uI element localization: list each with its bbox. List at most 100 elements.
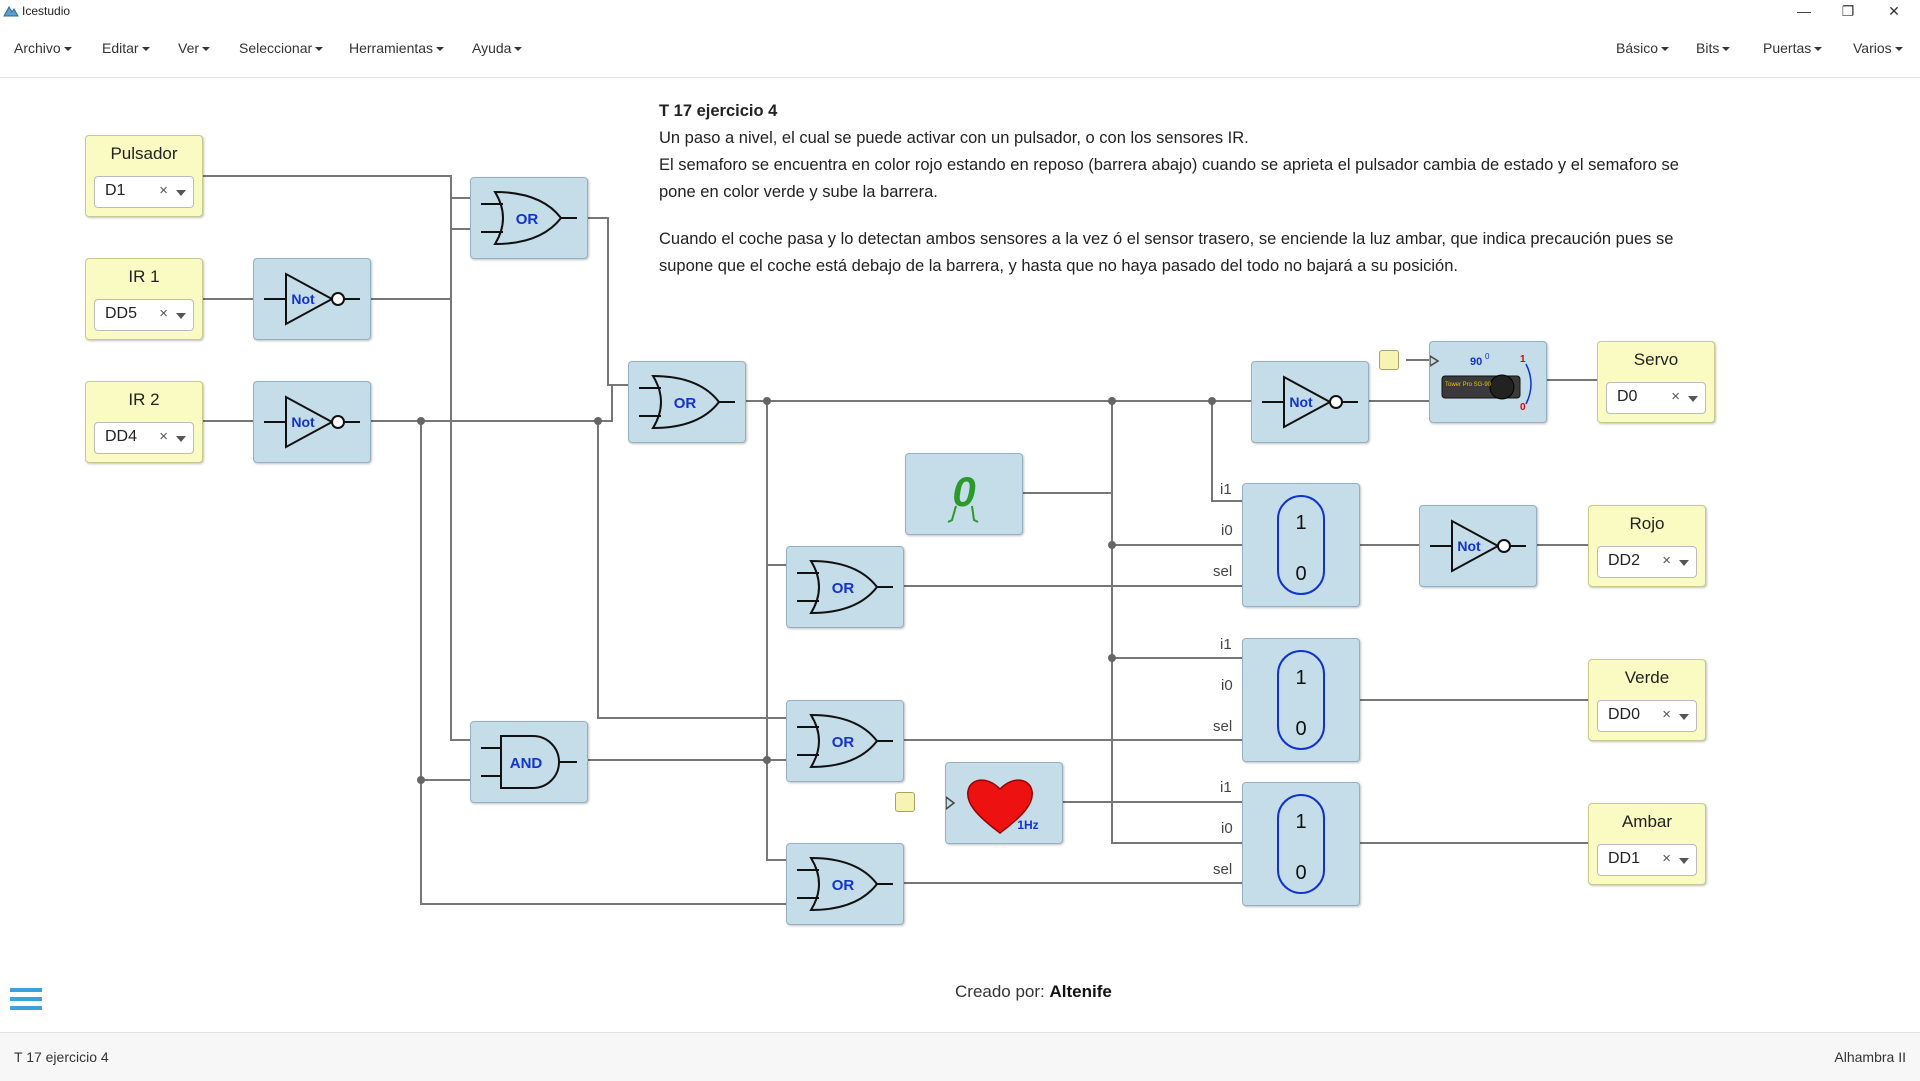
pin-select[interactable]: DD1 ×	[1597, 844, 1697, 876]
title-bar: Icestudio — ❐ ✕	[0, 0, 1920, 23]
menu-basico[interactable]: Básico	[1616, 40, 1670, 56]
or-gate-5[interactable]: OR	[786, 843, 904, 925]
info-gap	[659, 206, 1719, 226]
chevron-down-icon[interactable]	[1679, 560, 1689, 566]
menu-separator	[0, 77, 1920, 78]
input-pulsador[interactable]: Pulsador D1 ×	[85, 135, 203, 217]
hamburger-line	[10, 988, 42, 992]
mux-icon: 1 0	[1277, 495, 1325, 595]
pin-select[interactable]: DD0 ×	[1597, 700, 1697, 732]
menu-herramientas[interactable]: Herramientas	[349, 40, 445, 56]
chevron-down-icon[interactable]	[176, 313, 186, 319]
menu-archivo[interactable]: Archivo	[14, 40, 72, 56]
chevron-down-icon	[1814, 47, 1823, 52]
menu-puertas[interactable]: Puertas	[1763, 40, 1823, 56]
or-gate-2[interactable]: OR	[628, 361, 746, 443]
or-gate-3[interactable]: OR	[786, 546, 904, 628]
output-label: Rojo	[1629, 514, 1665, 533]
heart-clock-block[interactable]: 1Hz	[945, 762, 1063, 844]
not-gate-ir1[interactable]: Not	[253, 258, 371, 340]
pin-value: D1	[105, 182, 126, 199]
or-gate-4[interactable]: OR	[786, 700, 904, 782]
pin-select[interactable]: DD5 ×	[94, 299, 194, 331]
menu-seleccionar[interactable]: Seleccionar	[239, 40, 324, 56]
menu-ayuda[interactable]: Ayuda	[472, 40, 523, 56]
output-ambar[interactable]: Ambar DD1 ×	[1588, 803, 1706, 885]
clear-icon[interactable]: ×	[159, 428, 168, 445]
chevron-down-icon[interactable]	[176, 190, 186, 196]
not-gate-servo[interactable]: Not	[1251, 361, 1369, 443]
status-project-name: T 17 ejercicio 4	[14, 1049, 109, 1065]
mux-1[interactable]: 1 0	[1242, 483, 1360, 607]
not-gate-rojo[interactable]: Not	[1419, 505, 1537, 587]
input-label: IR 2	[128, 390, 160, 409]
pin-select[interactable]: DD4 ×	[94, 422, 194, 454]
not-gate-icon: Not	[1430, 519, 1526, 573]
hamburger-line	[10, 1006, 42, 1010]
credits-prefix: Creado por:	[955, 982, 1045, 1001]
clear-icon[interactable]: ×	[1671, 388, 1680, 405]
input-ir1[interactable]: IR 1 DD5 ×	[85, 258, 203, 340]
svg-text:1Hz: 1Hz	[1017, 818, 1038, 832]
or-gate-icon: OR	[639, 374, 735, 430]
chevron-down-icon	[1722, 47, 1731, 52]
menu-bar: Archivo Editar Ver Seleccionar Herramien…	[0, 30, 1920, 68]
svg-text:1: 1	[1295, 667, 1306, 689]
servo-param-pin[interactable]	[1379, 350, 1399, 370]
not-gate-icon: Not	[264, 395, 360, 449]
svg-text:Not: Not	[291, 414, 315, 430]
servo-block[interactable]: 90 0 1 0 Tower Pro SG-90	[1429, 341, 1547, 423]
mux3-i0-label: i0	[1221, 820, 1233, 837]
clear-icon[interactable]: ×	[159, 182, 168, 199]
pin-select[interactable]: DD2 ×	[1597, 546, 1697, 578]
chevron-down-icon[interactable]	[176, 436, 186, 442]
pin-select[interactable]: D0 ×	[1606, 382, 1706, 414]
svg-text:0: 0	[1295, 563, 1306, 585]
input-label: Pulsador	[110, 144, 178, 163]
menu-bits[interactable]: Bits	[1696, 40, 1731, 56]
hamburger-icon[interactable]	[10, 988, 42, 1016]
clear-icon[interactable]: ×	[1662, 552, 1671, 569]
input-ir2[interactable]: IR 2 DD4 ×	[85, 381, 203, 463]
svg-text:OR: OR	[832, 580, 855, 597]
mux3-sel-label: sel	[1213, 861, 1233, 878]
and-gate[interactable]: AND	[470, 721, 588, 803]
output-rojo[interactable]: Rojo DD2 ×	[1588, 505, 1706, 587]
mux3-i1-label: i1	[1220, 779, 1232, 796]
mux-2[interactable]: 1 0	[1242, 638, 1360, 762]
svg-text:1: 1	[1295, 512, 1306, 534]
maximize-button[interactable]: ❐	[1826, 0, 1870, 22]
svg-text:1: 1	[1520, 354, 1526, 365]
output-servo[interactable]: Servo D0 ×	[1597, 341, 1715, 423]
window-title: Icestudio	[22, 4, 71, 18]
chevron-down-icon	[436, 47, 445, 52]
chevron-down-icon	[1894, 47, 1903, 52]
status-board-name[interactable]: Alhambra II	[1834, 1049, 1906, 1065]
pin-select[interactable]: D1 ×	[94, 176, 194, 208]
or-gate-icon: OR	[797, 559, 893, 615]
or-gate-1[interactable]: OR	[470, 177, 588, 259]
svg-text:0: 0	[1520, 402, 1526, 413]
mux-icon: 1 0	[1277, 650, 1325, 750]
clear-icon[interactable]: ×	[1662, 850, 1671, 867]
heart-param-pin[interactable]	[895, 792, 915, 812]
chevron-down-icon[interactable]	[1688, 396, 1698, 402]
mux2-i0-label: i0	[1221, 677, 1233, 694]
menu-editar[interactable]: Editar	[102, 40, 150, 56]
chevron-down-icon[interactable]	[1679, 714, 1689, 720]
minimize-button[interactable]: —	[1782, 0, 1826, 22]
not-gate-ir2[interactable]: Not	[253, 381, 371, 463]
mux-3[interactable]: 1 0	[1242, 782, 1360, 906]
output-verde[interactable]: Verde DD0 ×	[1588, 659, 1706, 741]
menu-ver[interactable]: Ver	[178, 40, 211, 56]
clear-icon[interactable]: ×	[1662, 706, 1671, 723]
close-button[interactable]: ✕	[1872, 0, 1916, 22]
app-icon	[3, 6, 19, 17]
constant-block[interactable]: 0	[905, 453, 1023, 535]
chevron-down-icon[interactable]	[1679, 858, 1689, 864]
clear-icon[interactable]: ×	[159, 305, 168, 322]
chevron-down-icon	[315, 47, 324, 52]
output-label: Servo	[1633, 350, 1679, 369]
menu-varios[interactable]: Varios	[1853, 40, 1903, 56]
svg-text:AND: AND	[510, 755, 543, 772]
